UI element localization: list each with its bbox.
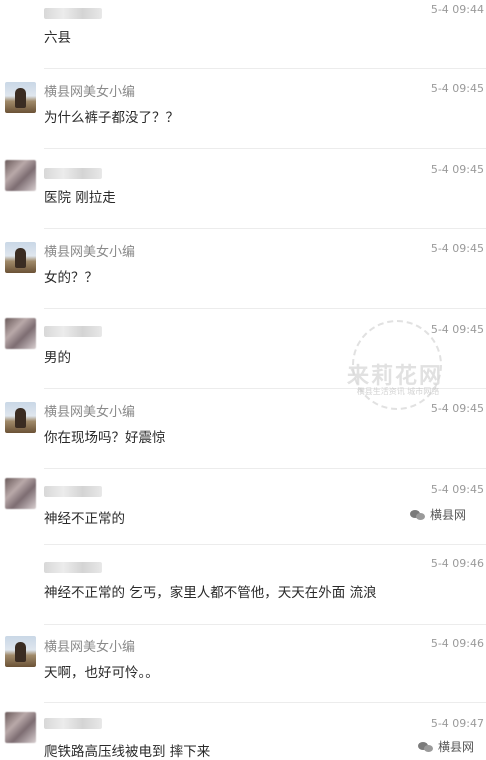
brand-mark: 横县网	[410, 506, 466, 523]
avatar[interactable]	[5, 402, 36, 433]
avatar[interactable]	[5, 478, 36, 509]
message-time: 5-4 09:45	[430, 483, 484, 496]
message-text: 女的？？	[44, 270, 98, 286]
message-text: 爬铁路高压线被电到 摔下来	[44, 744, 211, 760]
message-item: 5-4 09:44 六县	[0, 0, 486, 68]
message-text: 神经不正常的 乞丐，家里人都不管他，天天在外面 流浪	[44, 585, 377, 601]
message-time: 5-4 09:46	[430, 637, 484, 650]
message-time: 5-4 09:45	[430, 163, 484, 176]
message-item: 横县网美女小编 5-4 09:45 你在现场吗？好震惊	[0, 388, 486, 468]
sender-name: 横县网美女小编	[44, 640, 136, 655]
message-item: 横县网美女小编 5-4 09:46 天啊，也好可怜。。	[0, 624, 486, 702]
avatar[interactable]	[5, 160, 36, 191]
wechat-icon	[410, 509, 426, 521]
divider	[44, 544, 486, 545]
avatar[interactable]	[5, 636, 36, 667]
brand-label: 横县网	[438, 740, 475, 754]
divider	[44, 468, 486, 469]
sender-name-blurred	[44, 486, 102, 497]
divider	[44, 388, 486, 389]
message-item: 5-4 09:45 医院 刚拉走	[0, 148, 486, 228]
avatar[interactable]	[5, 242, 36, 273]
message-text: 六县	[44, 30, 71, 46]
message-time: 5-4 09:45	[430, 402, 484, 415]
avatar[interactable]	[5, 82, 36, 113]
message-text: 神经不正常的	[44, 511, 125, 527]
message-text: 医院 刚拉走	[44, 190, 116, 206]
sender-name: 横县网美女小编	[44, 245, 136, 260]
message-time: 5-4 09:45	[430, 82, 484, 95]
sender-name-blurred	[44, 718, 102, 729]
message-time: 5-4 09:46	[430, 557, 484, 570]
message-text: 男的	[44, 350, 71, 366]
divider	[44, 624, 486, 625]
sender-name-blurred	[44, 326, 102, 337]
message-item: 横县网美女小编 5-4 09:45 为什么裤子都没了？？	[0, 68, 486, 148]
message-time: 5-4 09:44	[430, 3, 484, 16]
divider	[44, 702, 486, 703]
message-time: 5-4 09:45	[430, 242, 484, 255]
message-time: 5-4 09:47	[430, 717, 484, 730]
message-item: 5-4 09:47 爬铁路高压线被电到 摔下来	[0, 702, 486, 760]
brand-mark: 横县网	[418, 738, 474, 755]
sender-name: 横县网美女小编	[44, 85, 136, 100]
wechat-icon	[418, 741, 434, 753]
sender-name-blurred	[44, 8, 102, 19]
message-time: 5-4 09:45	[430, 323, 484, 336]
message-text: 天啊，也好可怜。。	[44, 665, 159, 681]
sender-name-blurred	[44, 168, 102, 179]
message-text: 你在现场吗？好震惊	[44, 430, 166, 446]
message-item: 5-4 09:45 男的	[0, 308, 486, 388]
divider	[44, 308, 486, 309]
message-item: 5-4 09:46 神经不正常的 乞丐，家里人都不管他，天天在外面 流浪	[0, 544, 486, 624]
avatar[interactable]	[5, 712, 36, 743]
divider	[44, 68, 486, 69]
brand-label: 横县网	[430, 508, 467, 522]
divider	[44, 148, 486, 149]
message-item: 横县网美女小编 5-4 09:45 女的？？	[0, 228, 486, 308]
message-text: 为什么裤子都没了？？	[44, 110, 179, 126]
sender-name-blurred	[44, 562, 102, 573]
sender-name: 横县网美女小编	[44, 405, 136, 420]
divider	[44, 228, 486, 229]
avatar[interactable]	[5, 318, 36, 349]
